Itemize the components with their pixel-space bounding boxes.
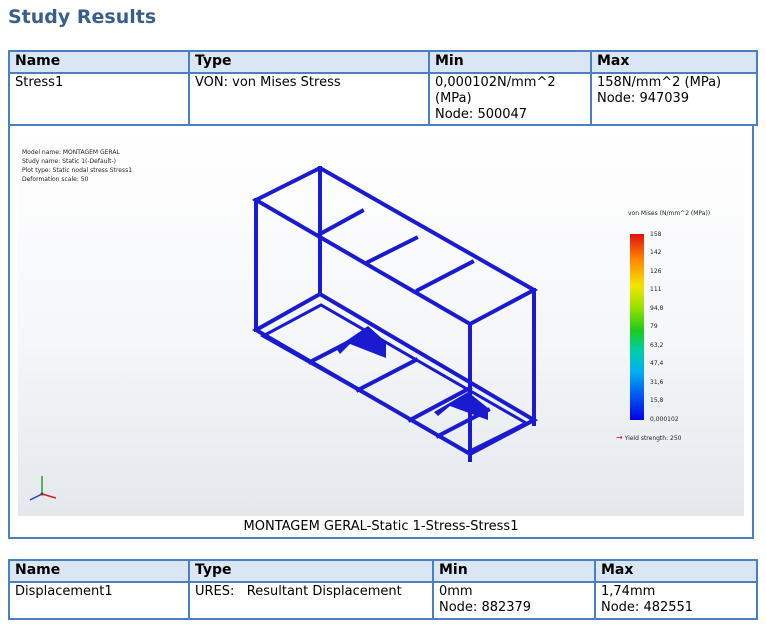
displacement-results-table: Name Type Min Max Displacement1 URES: Re… — [8, 559, 758, 620]
stress-min-value: 0,000102N/mm^2 — [435, 75, 556, 90]
yield-strength-marker: → Yield strength: 250 — [616, 433, 681, 442]
displacement-max: 1,74mm Node: 482551 — [596, 583, 756, 618]
header-type: Type — [190, 561, 434, 583]
stress-plot-image: Model name: MONTAGEM GERAL Study name: S… — [18, 130, 744, 516]
stress-type: VON: von Mises Stress — [190, 74, 430, 124]
scale-tick: 126 — [650, 268, 662, 275]
header-name: Name — [10, 52, 190, 74]
displacement-max-node: Node: 482551 — [601, 600, 694, 615]
displacement-type: URES: Resultant Displacement — [190, 583, 434, 618]
scale-tick: 47,4 — [650, 360, 664, 367]
support-brackets — [336, 326, 488, 420]
displacement-min-value: 0mm — [439, 584, 473, 599]
color-scale-bar — [630, 234, 644, 420]
displacement-min: 0mm Node: 882379 — [434, 583, 596, 618]
header-max: Max — [596, 561, 756, 583]
displacement-name: Displacement1 — [10, 583, 190, 618]
displacement-max-value: 1,74mm — [601, 584, 656, 599]
stress-plot-container: Model name: MONTAGEM GERAL Study name: S… — [8, 126, 754, 539]
scale-tick: 94,8 — [650, 305, 664, 312]
legend-title: von Mises (N/mm^2 (MPa)) — [628, 210, 711, 217]
displacement-min-node: Node: 882379 — [439, 600, 532, 615]
yield-arrow-icon: → — [616, 433, 623, 442]
stress-min-node: Node: 500047 — [435, 107, 528, 122]
bottom-cross-beam — [355, 357, 419, 393]
top-cross-beam — [317, 208, 365, 237]
top-cross-beam — [415, 259, 475, 293]
top-cross-beam — [365, 235, 419, 265]
header-min: Min — [430, 52, 592, 74]
stress-results-table: Name Type Min Max Stress1 VON: von Mises… — [8, 50, 758, 126]
stress-max-value: 158N/mm^2 (MPa) — [597, 75, 722, 90]
header-min: Min — [434, 561, 596, 583]
frame-beams — [251, 165, 539, 462]
axis-triad-icon — [29, 476, 57, 501]
scale-tick: 158 — [650, 231, 662, 238]
header-name: Name — [10, 561, 190, 583]
yield-strength-label: Yield strength: 250 — [624, 435, 682, 442]
scale-tick: 0,000102 — [650, 416, 679, 423]
stress-min: 0,000102N/mm^2 (MPa) Node: 500047 — [430, 74, 592, 124]
stress-name: Stress1 — [10, 74, 190, 124]
scale-tick: 15,8 — [650, 397, 664, 404]
scale-tick: 63,2 — [650, 342, 664, 349]
header-max: Max — [592, 52, 756, 74]
plot-caption: MONTAGEM GERAL-Static 1-Stress-Stress1 — [243, 519, 519, 534]
scale-tick: 111 — [650, 286, 662, 293]
stress-max: 158N/mm^2 (MPa) Node: 947039 — [592, 74, 756, 124]
stress-max-node: Node: 947039 — [597, 91, 690, 106]
scale-tick: 31,6 — [650, 379, 664, 386]
scale-tick: 142 — [650, 249, 662, 256]
bottom-inner-rail — [259, 303, 530, 454]
study-results-title: Study Results — [8, 6, 157, 28]
table-row: Stress1 VON: von Mises Stress 0,000102N/… — [10, 74, 756, 124]
scale-tick: 79 — [650, 323, 658, 330]
stress-min-unit: (MPa) — [435, 91, 472, 106]
table-row: Displacement1 URES: Resultant Displaceme… — [10, 583, 756, 618]
top-rail — [251, 165, 539, 327]
header-type: Type — [190, 52, 430, 74]
